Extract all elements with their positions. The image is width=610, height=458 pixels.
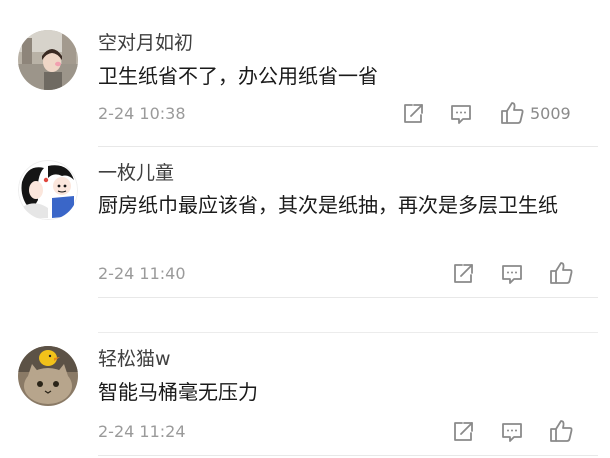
reply-button[interactable] — [499, 419, 525, 445]
avatar[interactable] — [18, 346, 78, 406]
share-button[interactable] — [450, 419, 476, 445]
avatar-cat-icon — [18, 346, 78, 406]
comment-username[interactable]: 轻松猫w — [98, 347, 171, 371]
thumbs-up-icon — [550, 420, 573, 442]
like-button[interactable] — [548, 418, 574, 444]
comment-time: 2-24 11:24 — [98, 422, 186, 441]
comment-text: 智能马桶毫无压力 — [98, 380, 258, 404]
divider — [98, 455, 598, 456]
share-icon — [454, 422, 473, 441]
comment-item: 轻松猫w 智能马桶毫无压力 2-24 11:24 — [0, 0, 610, 458]
comment-icon — [502, 423, 522, 442]
